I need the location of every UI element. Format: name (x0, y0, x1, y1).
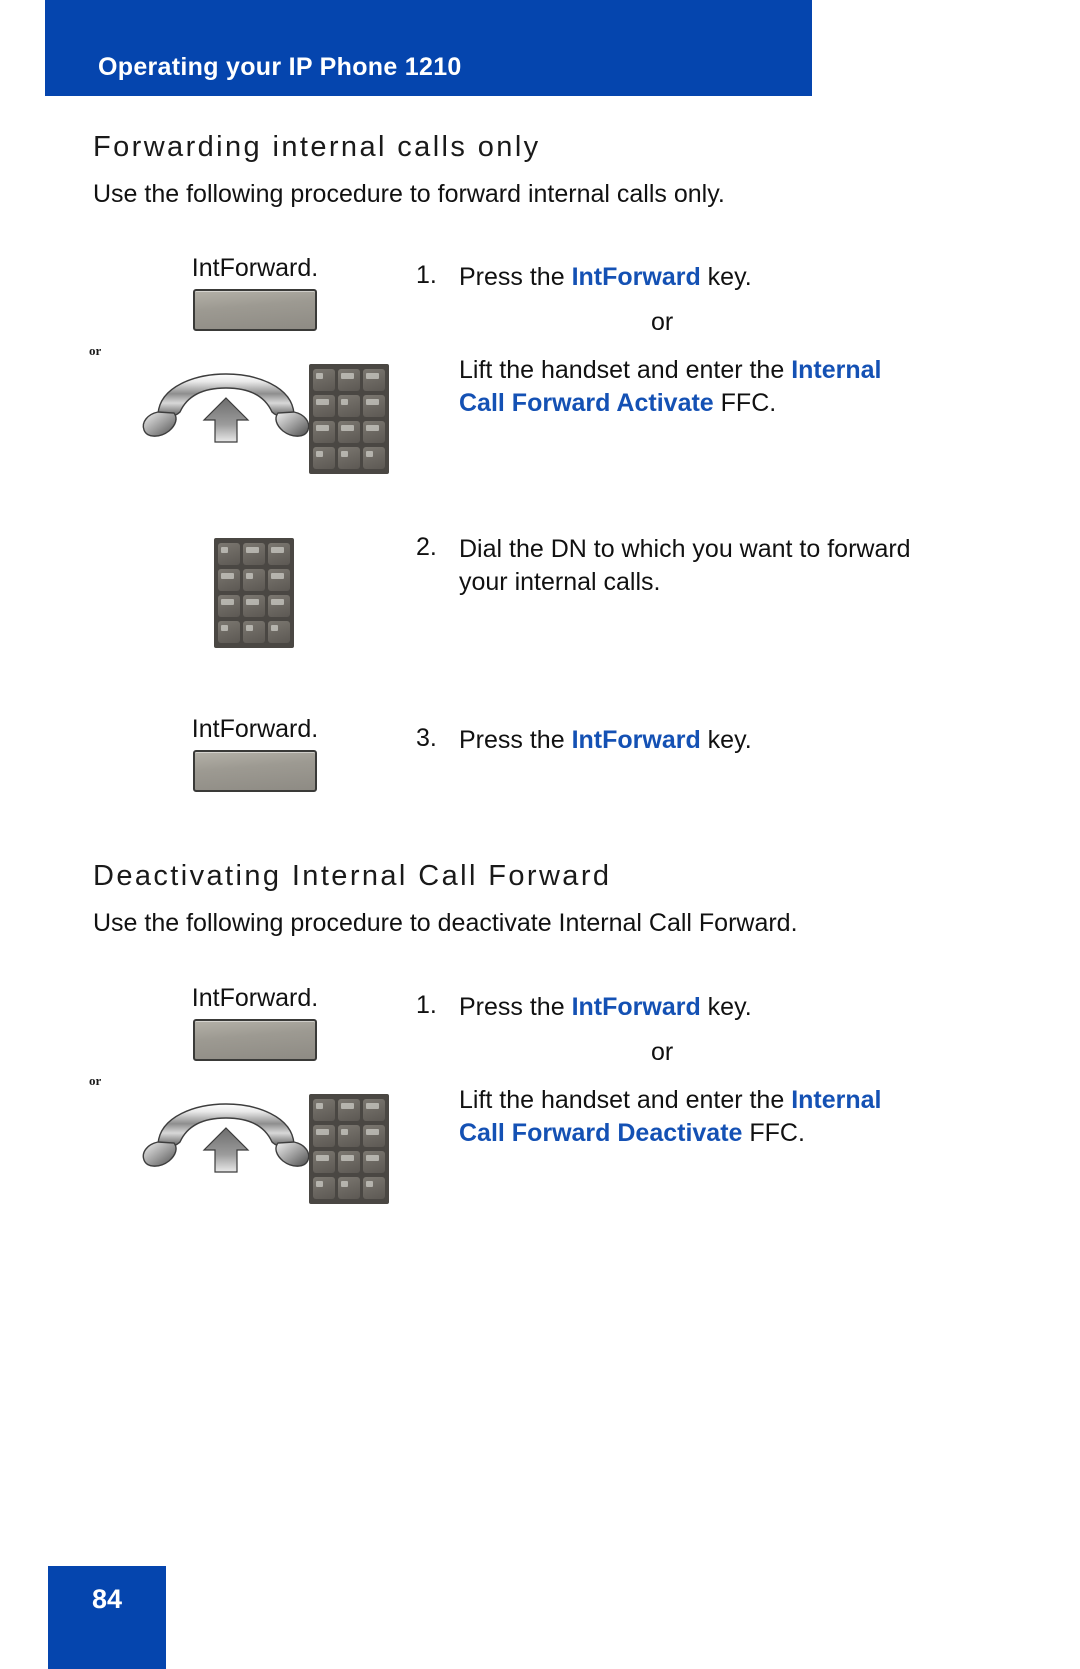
step-number: 1. (416, 261, 437, 289)
arrow-up-icon (202, 397, 250, 443)
step-instruction-text: Press the IntForward key. (459, 261, 939, 294)
step-text-after: key. (700, 263, 752, 291)
step-text-highlight: IntForward (571, 726, 701, 754)
softkey-art-group-1: IntForward. (125, 254, 385, 331)
alt-text-after: FFC. (742, 1119, 805, 1147)
alt-text-before: Lift the handset and enter the (459, 1086, 792, 1114)
softkey-label: IntForward. (191, 254, 319, 282)
alt-text-highlight-1: Internal (791, 1086, 882, 1114)
softkey-button-icon[interactable] (193, 289, 317, 331)
step-text-after: key. (700, 993, 752, 1021)
alt-text-highlight-2: Call Forward Activate (459, 389, 714, 417)
softkey-button-icon[interactable] (193, 1019, 317, 1061)
alt-text-highlight-1: Internal (791, 356, 882, 384)
page-number-box: 84 (48, 1566, 166, 1669)
section-2-intro: Use the following procedure to deactivat… (93, 909, 798, 937)
section-1-heading: Forwarding internal calls only (93, 131, 541, 163)
step-text-line-2: your internal calls. (459, 568, 661, 596)
page-number: 84 (91, 1584, 123, 1614)
dial-keypad-icon (309, 1094, 389, 1204)
step-or-separator: or (651, 1038, 674, 1066)
page-header-band: Operating your IP Phone 1210 (45, 0, 812, 96)
dial-keypad-icon (309, 364, 389, 474)
step-number: 1. (416, 991, 437, 1019)
step-text-before: Press the (459, 726, 572, 754)
alt-text-highlight-2: Call Forward Deactivate (459, 1119, 743, 1147)
softkey-label: IntForward. (191, 715, 319, 743)
softkey-label: IntForward. (191, 984, 319, 1012)
step-alternate-text: Lift the handset and enter the Internal C… (459, 1084, 929, 1150)
handset-lift-icon (138, 1098, 313, 1176)
step-instruction-text: Press the IntForward key. (459, 991, 939, 1024)
alternate-or-marker: or (89, 1073, 102, 1088)
step-text-highlight: IntForward (571, 993, 701, 1021)
alt-text-before: Lift the handset and enter the (459, 356, 792, 384)
alternate-or-marker: or (89, 343, 102, 358)
handset-lift-icon (138, 368, 313, 446)
dial-keypad-icon (214, 538, 294, 648)
step-or-separator: or (651, 308, 674, 336)
step-instruction-text: Press the IntForward key. (459, 724, 939, 757)
softkey-art-group-3: IntForward. (125, 984, 385, 1061)
section-2-heading: Deactivating Internal Call Forward (93, 860, 612, 892)
softkey-button-icon[interactable] (193, 750, 317, 792)
alt-text-after: FFC. (713, 389, 777, 417)
step-alternate-text: Lift the handset and enter the Internal C… (459, 354, 929, 420)
section-1-intro: Use the following procedure to forward i… (93, 180, 725, 208)
step-text-highlight: IntForward (571, 263, 701, 291)
softkey-art-group-2: IntForward. (125, 715, 385, 792)
step-text-before: Press the (459, 263, 572, 291)
step-instruction-text: Dial the DN to which you want to forward… (459, 533, 939, 599)
arrow-up-icon (202, 1127, 250, 1173)
step-text-before: Press the (459, 993, 572, 1021)
step-number: 2. (416, 533, 437, 561)
step-text-line-1: Dial the DN to which you want to forward (459, 535, 911, 563)
page-header-title: Operating your IP Phone 1210 (98, 53, 462, 81)
step-number: 3. (416, 724, 437, 752)
step-text-after: key. (700, 726, 752, 754)
